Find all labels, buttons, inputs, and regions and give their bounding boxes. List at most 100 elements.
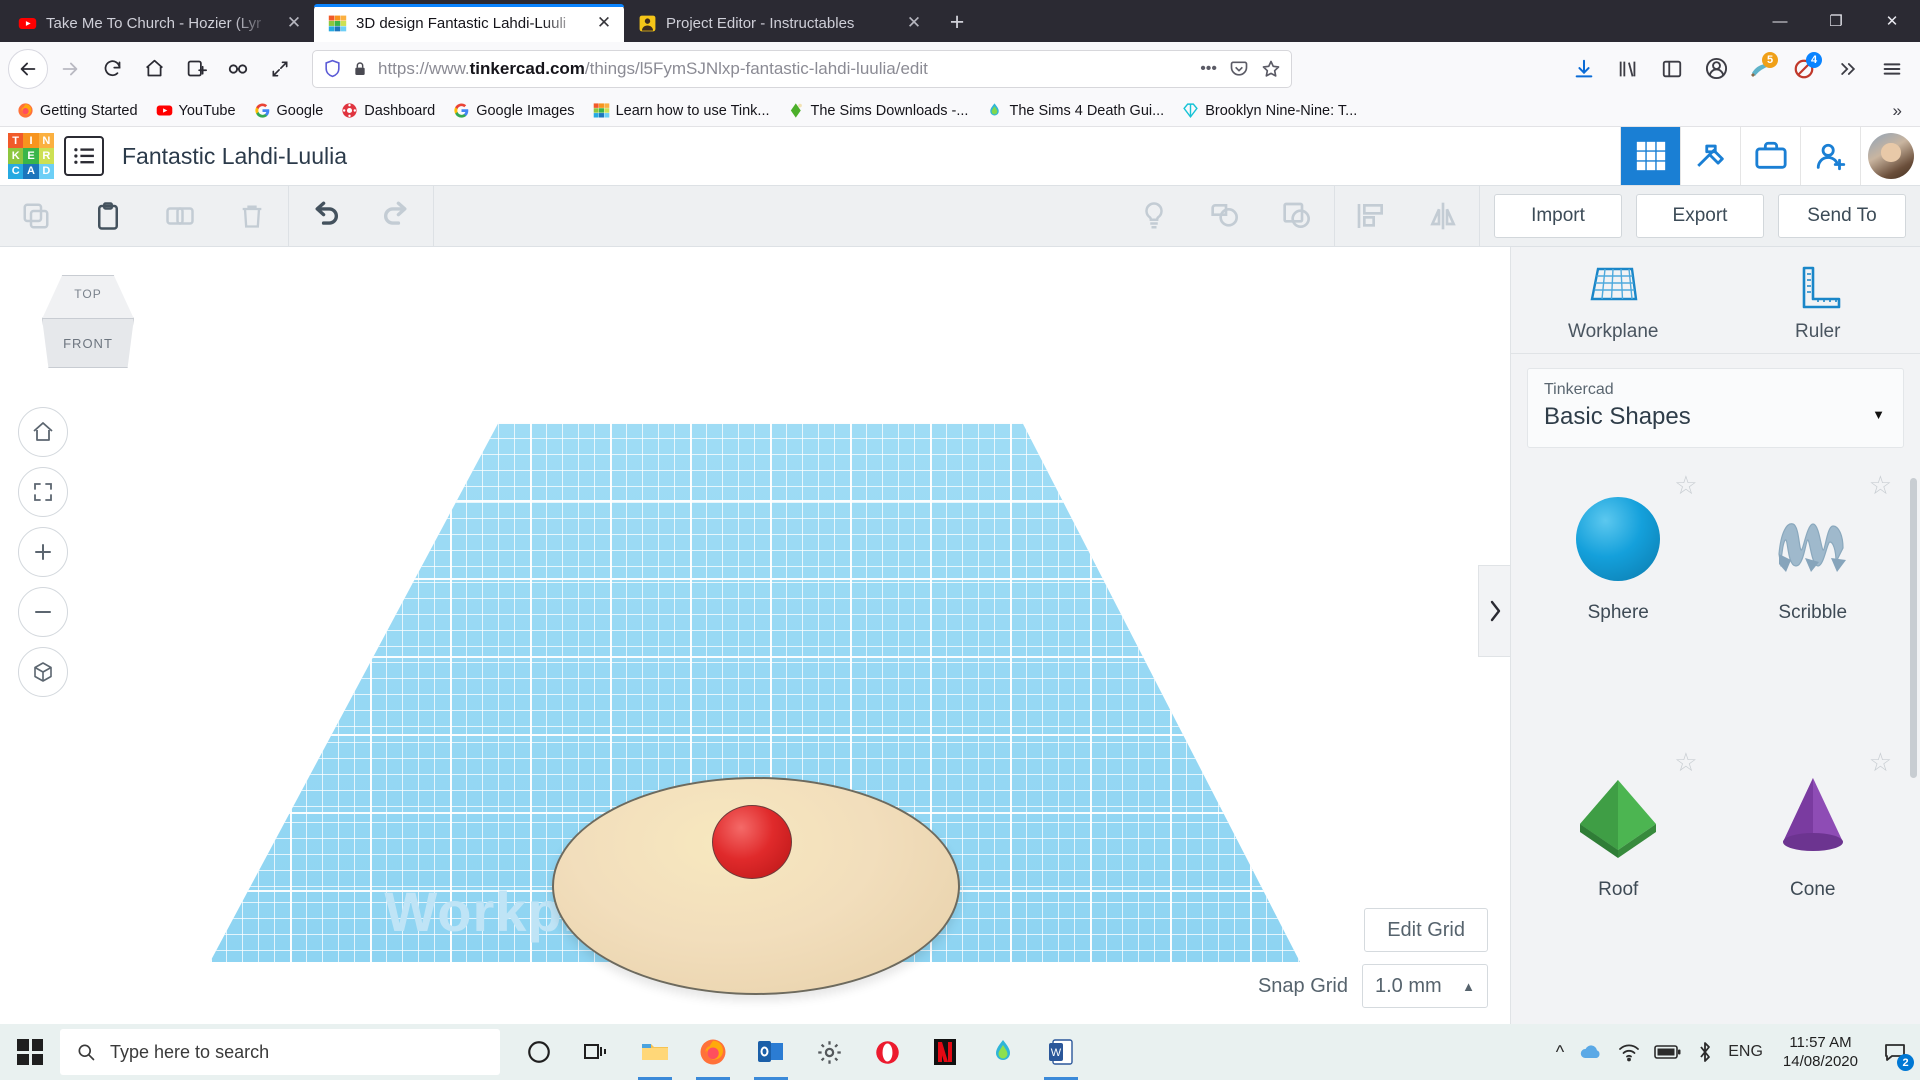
app-menu-button[interactable] (1872, 49, 1912, 89)
taskbar-file-explorer[interactable] (626, 1024, 684, 1080)
container-tabs-button[interactable] (218, 49, 258, 89)
view-cube-top-face[interactable]: TOP (42, 275, 134, 319)
bookmark-star-icon[interactable] (1261, 59, 1281, 79)
panel-collapse-handle[interactable] (1478, 565, 1510, 657)
close-window-button[interactable]: ✕ (1864, 0, 1920, 42)
minimize-window-button[interactable]: — (1752, 0, 1808, 42)
edit-grid-button[interactable]: Edit Grid (1364, 908, 1488, 952)
shapes-scrollbar[interactable] (1910, 478, 1917, 778)
workplane-tool[interactable]: Workplane (1511, 263, 1716, 343)
action-center-button[interactable]: 2 (1878, 1035, 1914, 1071)
taskbar-outlook[interactable] (742, 1024, 800, 1080)
redo-icon[interactable] (361, 185, 433, 247)
mirror-icon[interactable] (1407, 185, 1479, 247)
pocket-icon[interactable] (1229, 59, 1249, 79)
import-button[interactable]: Import (1494, 194, 1622, 238)
adblock-button[interactable]: 4 (1784, 49, 1824, 89)
maximize-window-button[interactable]: ❐ (1808, 0, 1864, 42)
taskbar-task-view[interactable] (568, 1024, 626, 1080)
undo-icon[interactable] (289, 185, 361, 247)
light-bulb-icon[interactable] (1118, 185, 1190, 247)
group-icon[interactable] (1190, 185, 1262, 247)
forward-button[interactable] (50, 49, 90, 89)
favorite-star-icon[interactable]: ☆ (1869, 747, 1892, 778)
3d-canvas[interactable]: TOP FRONT Workplane Edit Grid Snap Grid … (0, 247, 1510, 1024)
bookmark-dashboard[interactable]: Dashboard (334, 99, 442, 122)
clock[interactable]: 11:57 AM 14/08/2020 (1777, 1033, 1864, 1072)
taskbar-settings[interactable] (800, 1024, 858, 1080)
pocket-extension-button[interactable]: 5 (1740, 49, 1780, 89)
close-tab-icon[interactable]: ✕ (902, 11, 926, 35)
add-person-icon[interactable] (1800, 127, 1860, 185)
taskbar-search[interactable]: Type here to search (60, 1029, 500, 1075)
favorite-star-icon[interactable]: ☆ (1674, 747, 1697, 778)
project-menu-button[interactable] (64, 136, 104, 176)
bookmark-sims4-death[interactable]: The Sims 4 Death Gui... (979, 99, 1171, 122)
page-actions-icon[interactable]: ••• (1200, 60, 1217, 78)
browser-tab-0[interactable]: Take Me To Church - Hozier (Lyr ✕ (4, 4, 314, 42)
reload-button[interactable] (92, 49, 132, 89)
close-tab-icon[interactable]: ✕ (592, 11, 616, 35)
account-button[interactable] (1696, 49, 1736, 89)
library-button[interactable] (176, 49, 216, 89)
paste-icon[interactable] (72, 185, 144, 247)
downloads-button[interactable] (1564, 49, 1604, 89)
back-button[interactable] (8, 48, 48, 89)
home-view-icon[interactable] (18, 407, 68, 457)
codeblocks-icon[interactable] (1680, 127, 1740, 185)
favorite-star-icon[interactable]: ☆ (1674, 470, 1697, 501)
bookmark-learn-tinkercad[interactable]: Learn how to use Tink... (586, 99, 777, 122)
zoom-out-icon[interactable] (18, 587, 68, 637)
delete-icon[interactable] (216, 185, 288, 247)
zoom-in-icon[interactable] (18, 527, 68, 577)
close-tab-icon[interactable]: ✕ (282, 11, 306, 35)
export-button[interactable]: Export (1636, 194, 1764, 238)
tray-expand-icon[interactable]: ^ (1556, 1042, 1564, 1063)
taskbar-cortana[interactable] (510, 1024, 568, 1080)
taskbar-netflix[interactable] (916, 1024, 974, 1080)
view-cube-front-face[interactable]: FRONT (42, 318, 134, 368)
library-panel-button[interactable] (1608, 49, 1648, 89)
browser-tab-1[interactable]: 3D design Fantastic Lahdi-Luuli ✕ (314, 4, 624, 42)
bookmark-brooklyn-nine-nine[interactable]: Brooklyn Nine-Nine: T... (1175, 99, 1364, 122)
taskbar-firefox[interactable] (684, 1024, 742, 1080)
taskbar-sims4[interactable] (974, 1024, 1032, 1080)
ruler-tool[interactable]: Ruler (1716, 263, 1920, 343)
snap-grid-select[interactable]: 1.0 mm ▲ (1362, 964, 1488, 1008)
new-tab-button[interactable]: + (938, 3, 976, 41)
overflow-menu-button[interactable] (1828, 49, 1868, 89)
copy-icon[interactable] (0, 185, 72, 247)
language-indicator[interactable]: ENG (1728, 1043, 1763, 1061)
page-title[interactable]: Fantastic Lahdi-Luulia (122, 143, 347, 170)
onedrive-icon[interactable] (1578, 1042, 1604, 1062)
send-to-button[interactable]: Send To (1778, 194, 1906, 238)
sidebar-button[interactable] (1652, 49, 1692, 89)
address-bar[interactable]: https://www.tinkercad.com/things/l5FymSJ… (312, 49, 1292, 88)
wifi-icon[interactable] (1618, 1042, 1640, 1062)
tinkercad-logo-icon[interactable]: T I N K E R C A D (8, 133, 54, 179)
taskbar-opera[interactable] (858, 1024, 916, 1080)
view-cube[interactable]: TOP FRONT (36, 275, 140, 371)
bookmarks-overflow-button[interactable]: » (1885, 101, 1910, 121)
fit-view-icon[interactable] (18, 467, 68, 517)
user-avatar[interactable] (1860, 127, 1920, 185)
bookmark-google-images[interactable]: Google Images (446, 99, 581, 122)
battery-icon[interactable] (1654, 1043, 1682, 1061)
favorite-star-icon[interactable]: ☆ (1869, 470, 1892, 501)
bookmark-google[interactable]: Google (247, 99, 331, 122)
sphere-shape-object[interactable] (712, 805, 792, 879)
fullscreen-button[interactable] (260, 49, 300, 89)
teach-icon[interactable] (1740, 127, 1800, 185)
bookmark-youtube[interactable]: YouTube (149, 99, 243, 122)
grid-view-icon[interactable] (1620, 127, 1680, 185)
perspective-icon[interactable] (18, 647, 68, 697)
shape-item-cone[interactable]: ☆ Cone (1716, 747, 1911, 1024)
duplicate-icon[interactable] (144, 185, 216, 247)
bookmark-getting-started[interactable]: Getting Started (10, 99, 145, 122)
start-button[interactable] (0, 1024, 60, 1080)
align-icon[interactable] (1335, 185, 1407, 247)
taskbar-word[interactable]: W (1032, 1024, 1090, 1080)
shape-item-roof[interactable]: ☆ Roof (1521, 747, 1716, 1024)
bluetooth-icon[interactable] (1696, 1041, 1714, 1063)
search-input[interactable]: Type here to search (110, 1042, 269, 1063)
